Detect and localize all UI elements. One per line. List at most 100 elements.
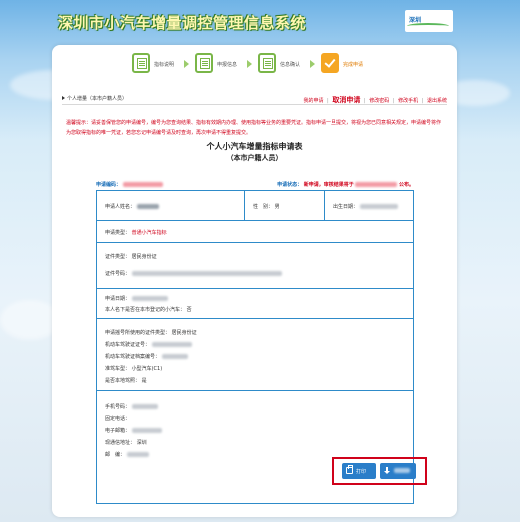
arrow-right-icon (247, 60, 252, 68)
document-icon (132, 53, 150, 73)
table-row: 手机号码： 固定电话： 电子邮箱： 现通信地址： 深圳 邮 编： (97, 391, 413, 503)
account-links: 我的申请 | 取消申请 | 修改密码 | 修改手机 | 退出系统 (301, 95, 447, 105)
status-value: 新申请，审核结果将于 (303, 182, 354, 188)
birth-date-redacted (359, 204, 398, 209)
name-cell: 申请人姓名： (97, 191, 245, 220)
change-password-link[interactable]: 修改密码 (369, 98, 389, 104)
license-local-value: 是 (141, 378, 147, 384)
site-title: 深圳市小汽车增量调控管理信息系统 (58, 14, 307, 32)
application-date-label: 申请日期： (105, 296, 131, 302)
license-file-number: 机动车驾驶证档案编号： (105, 353, 188, 360)
birth-date: 出生日期： (333, 203, 398, 210)
separator: | (363, 98, 366, 104)
main-panel: 指标说明 申报信息 信息确认 完成申请 个人增量（本市户籍人员） 我的申请 | … (52, 45, 457, 517)
own-car-value: 否 (186, 307, 192, 313)
application-number-label: 申请编码： (96, 182, 122, 188)
email: 电子邮箱： (105, 427, 162, 434)
gender: 性 别： 男 (253, 203, 280, 210)
form-subtitle: （本市户籍人员） (226, 153, 283, 162)
section-heading: 个人增量（本市户籍人员） (62, 95, 127, 102)
license-number: 机动车驾驶证证号： (105, 341, 192, 348)
table-row: 申请摇号所使用的证件类型： 居民身份证 机动车驾驶证证号： 机动车驾驶证档案编号… (97, 319, 413, 391)
table-row: 申请类型： 普通小汽车指标 (97, 221, 413, 243)
logo-arc-icon (407, 23, 449, 29)
application-status: 申请状态： 新申请，审核结果将于 公布。 (277, 181, 414, 188)
status-label: 申请状态： (277, 182, 303, 188)
applicant-name: 申请人姓名： (105, 203, 159, 210)
address: 现通信地址： 深圳 (105, 439, 147, 446)
application-number-redacted (122, 182, 163, 187)
table-row: 证件类型： 居民身份证 证件号码： (97, 243, 413, 289)
license-doc-type-label: 申请摇号所使用的证件类型： (105, 330, 171, 336)
printer-icon (346, 465, 353, 474)
status-tail: 公布。 (398, 182, 414, 188)
license-local-label: 是否本地驾照： (105, 378, 141, 384)
own-car-label: 本人名下是否在本市登记的小汽车： (105, 307, 186, 313)
application-date: 申请日期： (105, 295, 168, 302)
step-label: 申报信息 (217, 62, 238, 68)
application-type-value: 普通小汽车指标 (131, 230, 167, 236)
id-number-redacted (131, 271, 282, 276)
id-number: 证件号码： (105, 270, 282, 277)
notice-text: 温馨提示：请妥善保管您的申请编号，编号为您查询结果、指标有效期内办理、使用指标等… (66, 120, 442, 136)
license-file-number-label: 机动车驾驶证档案编号： (105, 354, 161, 360)
step-label: 指标说明 (154, 62, 175, 68)
cloud (0, 300, 60, 340)
triangle-icon (62, 96, 65, 100)
edit-icon (195, 53, 213, 73)
postcode-redacted (126, 452, 149, 457)
applicant-name-label: 申请人姓名： (105, 204, 136, 210)
section-bar: 个人增量（本市户籍人员） 我的申请 | 取消申请 | 修改密码 | 修改手机 |… (62, 93, 447, 105)
form-title: 个人小汽车增量指标申请表 (206, 141, 303, 151)
license-class-value: 小型汽车(C1) (131, 366, 163, 372)
phone-label: 固定电话： (105, 416, 131, 422)
download-icon (384, 467, 391, 474)
step-label: 完成申请 (343, 62, 364, 68)
download-label-redacted (394, 468, 410, 473)
section-title: 个人增量（本市户籍人员） (67, 96, 128, 102)
address-value: 深圳 (136, 440, 147, 446)
table-row: 申请人姓名： 性 别： 男 出生日期： (97, 191, 413, 221)
step-label: 信息确认 (280, 62, 301, 68)
print-label: 打印 (356, 469, 367, 475)
my-application-link[interactable]: 我的申请 (303, 98, 323, 104)
license-file-number-redacted (161, 354, 188, 359)
license-class-label: 准驾车型： (105, 366, 131, 372)
phone: 固定电话： (105, 415, 130, 422)
action-buttons-highlight: 打印 (332, 457, 427, 485)
postcode-label: 邮 编： (105, 452, 126, 458)
check-icon (321, 53, 339, 73)
change-phone-link[interactable]: 修改手机 (398, 98, 418, 104)
separator: | (421, 98, 424, 104)
clipboard-icon (258, 53, 276, 73)
mobile: 手机号码： (105, 403, 158, 410)
license-class: 准驾车型： 小型汽车(C1) (105, 365, 162, 372)
arrow-right-icon (184, 60, 189, 68)
birth-date-label: 出生日期： (333, 204, 359, 210)
application-type: 申请类型： 普通小汽车指标 (105, 229, 167, 236)
cancel-application-link[interactable]: 取消申请 (332, 96, 360, 104)
email-redacted (131, 428, 162, 433)
print-button[interactable]: 打印 (342, 463, 376, 479)
status-date-redacted (355, 182, 398, 187)
id-type: 证件类型： 居民身份证 (105, 253, 157, 260)
logout-link[interactable]: 退出系统 (427, 98, 447, 104)
id-number-label: 证件号码： (105, 271, 131, 277)
license-number-label: 机动车驾驶证证号： (105, 342, 151, 348)
address-label: 现通信地址： (105, 440, 136, 446)
mobile-label: 手机号码： (105, 404, 131, 410)
email-label: 电子邮箱： (105, 428, 131, 434)
arrow-right-icon (310, 60, 315, 68)
separator: | (327, 98, 329, 104)
site-logo: 深圳 (405, 10, 453, 32)
applicant-name-redacted (136, 204, 159, 209)
gender-cell: 性 别： 男 (245, 191, 325, 220)
license-number-redacted (151, 342, 192, 347)
separator: | (392, 98, 395, 104)
table-row: 申请日期： 本人名下是否在本市登记的小汽车： 否 (97, 289, 413, 319)
mobile-redacted (131, 404, 158, 409)
gender-value: 男 (274, 204, 280, 210)
application-type-label: 申请类型： (105, 230, 131, 236)
license-doc-type: 申请摇号所使用的证件类型： 居民身份证 (105, 329, 197, 336)
download-button[interactable] (380, 463, 416, 479)
